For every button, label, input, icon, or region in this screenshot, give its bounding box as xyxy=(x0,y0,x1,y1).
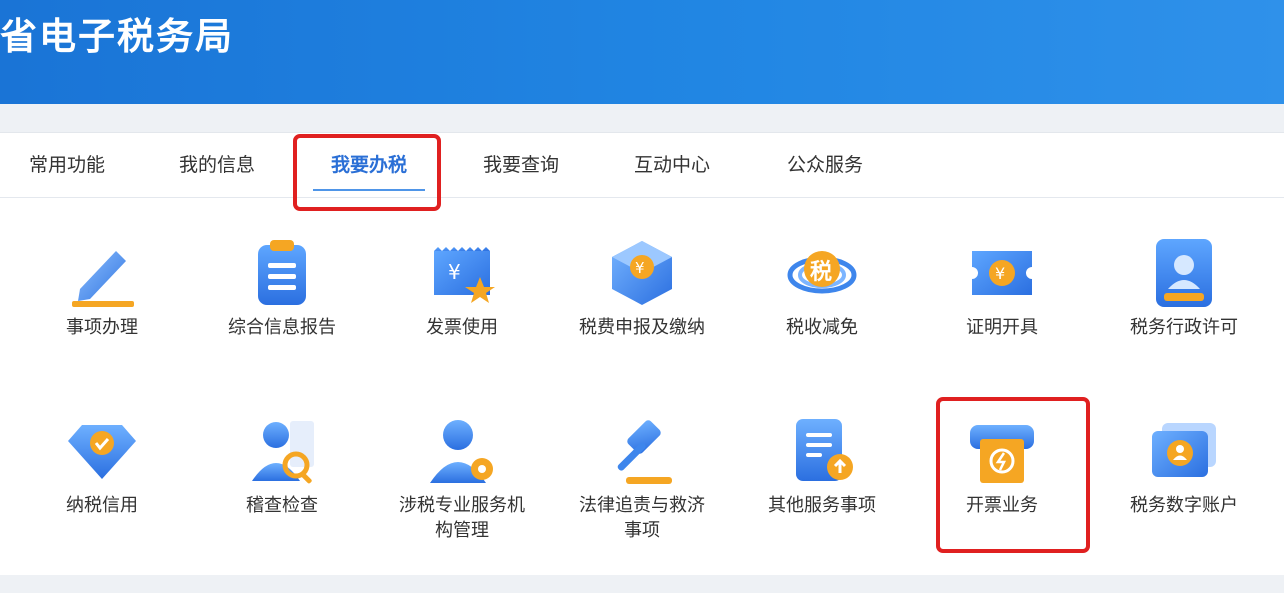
service-label: 稽查检查 xyxy=(246,495,318,516)
tab-query[interactable]: 我要查询 xyxy=(483,133,559,197)
digital-account-icon xyxy=(1152,423,1216,477)
svg-text:¥: ¥ xyxy=(995,264,1005,283)
service-label-line: 涉税专业服务机 xyxy=(399,495,525,516)
service-label: 其他服务事项 xyxy=(768,495,876,516)
inspector-icon xyxy=(252,421,314,484)
tab-tax-handling[interactable]: 我要办税 xyxy=(312,133,426,197)
service-item-tax-filing[interactable]: ¥ 税费申报及缴纳 xyxy=(562,237,722,340)
service-item-matters[interactable]: 事项办理 xyxy=(22,237,182,340)
service-item-invoice-use[interactable]: ¥ 发票使用 xyxy=(382,237,542,340)
site-title: 省电子税务局 xyxy=(0,15,234,58)
service-label: 法律追责与救济 事项 xyxy=(562,493,722,543)
clipboard-icon xyxy=(258,240,306,305)
service-item-invoicing[interactable]: 开票业务 xyxy=(922,415,1082,518)
license-stamp-icon xyxy=(1156,239,1212,307)
gavel-icon xyxy=(617,420,672,484)
site-header: 省电子税务局 xyxy=(0,0,1284,104)
service-item-other-services[interactable]: 其他服务事项 xyxy=(742,415,902,518)
service-label: 税收减免 xyxy=(786,317,858,338)
bottom-spacer xyxy=(0,575,1284,593)
service-panel: 常用功能 我的信息 我要办税 我要查询 互动中心 公众服务 事项办理 综合信息报… xyxy=(0,132,1284,575)
service-item-agency-management[interactable]: 涉税专业服务机 构管理 xyxy=(382,415,542,543)
service-label: 税费申报及缴纳 xyxy=(579,317,705,338)
tab-bar: 常用功能 我的信息 我要办税 我要查询 互动中心 公众服务 xyxy=(0,133,1284,198)
service-label-line: 法律追责与救济 xyxy=(579,495,705,516)
service-item-info-report[interactable]: 综合信息报告 xyxy=(202,237,362,340)
agent-gear-icon xyxy=(430,420,493,483)
service-label: 涉税专业服务机 构管理 xyxy=(382,493,542,543)
svg-text:¥: ¥ xyxy=(448,260,461,284)
tab-public-services[interactable]: 公众服务 xyxy=(787,133,863,197)
ticket-yuan-icon: ¥ xyxy=(972,251,1032,295)
service-label: 纳税信用 xyxy=(66,495,138,516)
service-label-line: 事项 xyxy=(624,520,660,541)
service-item-inspection[interactable]: 稽查检查 xyxy=(202,415,362,518)
cube-yuan-icon: ¥ xyxy=(612,241,672,305)
service-label: 税务行政许可 xyxy=(1130,317,1238,338)
service-label: 税务数字账户 xyxy=(1130,495,1238,516)
diamond-check-icon xyxy=(68,425,136,479)
tab-common-functions[interactable]: 常用功能 xyxy=(29,133,105,197)
tab-my-info[interactable]: 我的信息 xyxy=(179,133,255,197)
invoice-star-icon: ¥ xyxy=(434,247,495,303)
service-label: 证明开具 xyxy=(966,317,1038,338)
pen-icon xyxy=(72,251,134,307)
service-label: 事项办理 xyxy=(66,317,138,338)
tax-emblem-icon: 税 xyxy=(787,251,857,294)
document-upload-icon xyxy=(796,419,853,481)
service-label: 综合信息报告 xyxy=(228,317,336,338)
service-item-legal-remedy[interactable]: 法律追责与救济 事项 xyxy=(562,415,722,543)
service-item-tax-relief[interactable]: 税 税收减免 xyxy=(742,237,902,340)
svg-text:税: 税 xyxy=(810,259,832,285)
service-label: 开票业务 xyxy=(966,495,1038,516)
service-label: 发票使用 xyxy=(426,317,498,338)
header-spacer xyxy=(0,104,1284,132)
tab-interaction-center[interactable]: 互动中心 xyxy=(634,133,710,197)
service-item-tax-credit[interactable]: 纳税信用 xyxy=(22,415,182,518)
service-item-admin-license[interactable]: 税务行政许可 xyxy=(1104,237,1264,340)
service-label-line: 构管理 xyxy=(435,520,489,541)
service-item-certificate[interactable]: ¥ 证明开具 xyxy=(922,237,1082,340)
service-item-digital-account[interactable]: 税务数字账户 xyxy=(1104,415,1264,518)
svg-text:¥: ¥ xyxy=(635,259,645,277)
printer-bolt-icon xyxy=(970,425,1034,483)
